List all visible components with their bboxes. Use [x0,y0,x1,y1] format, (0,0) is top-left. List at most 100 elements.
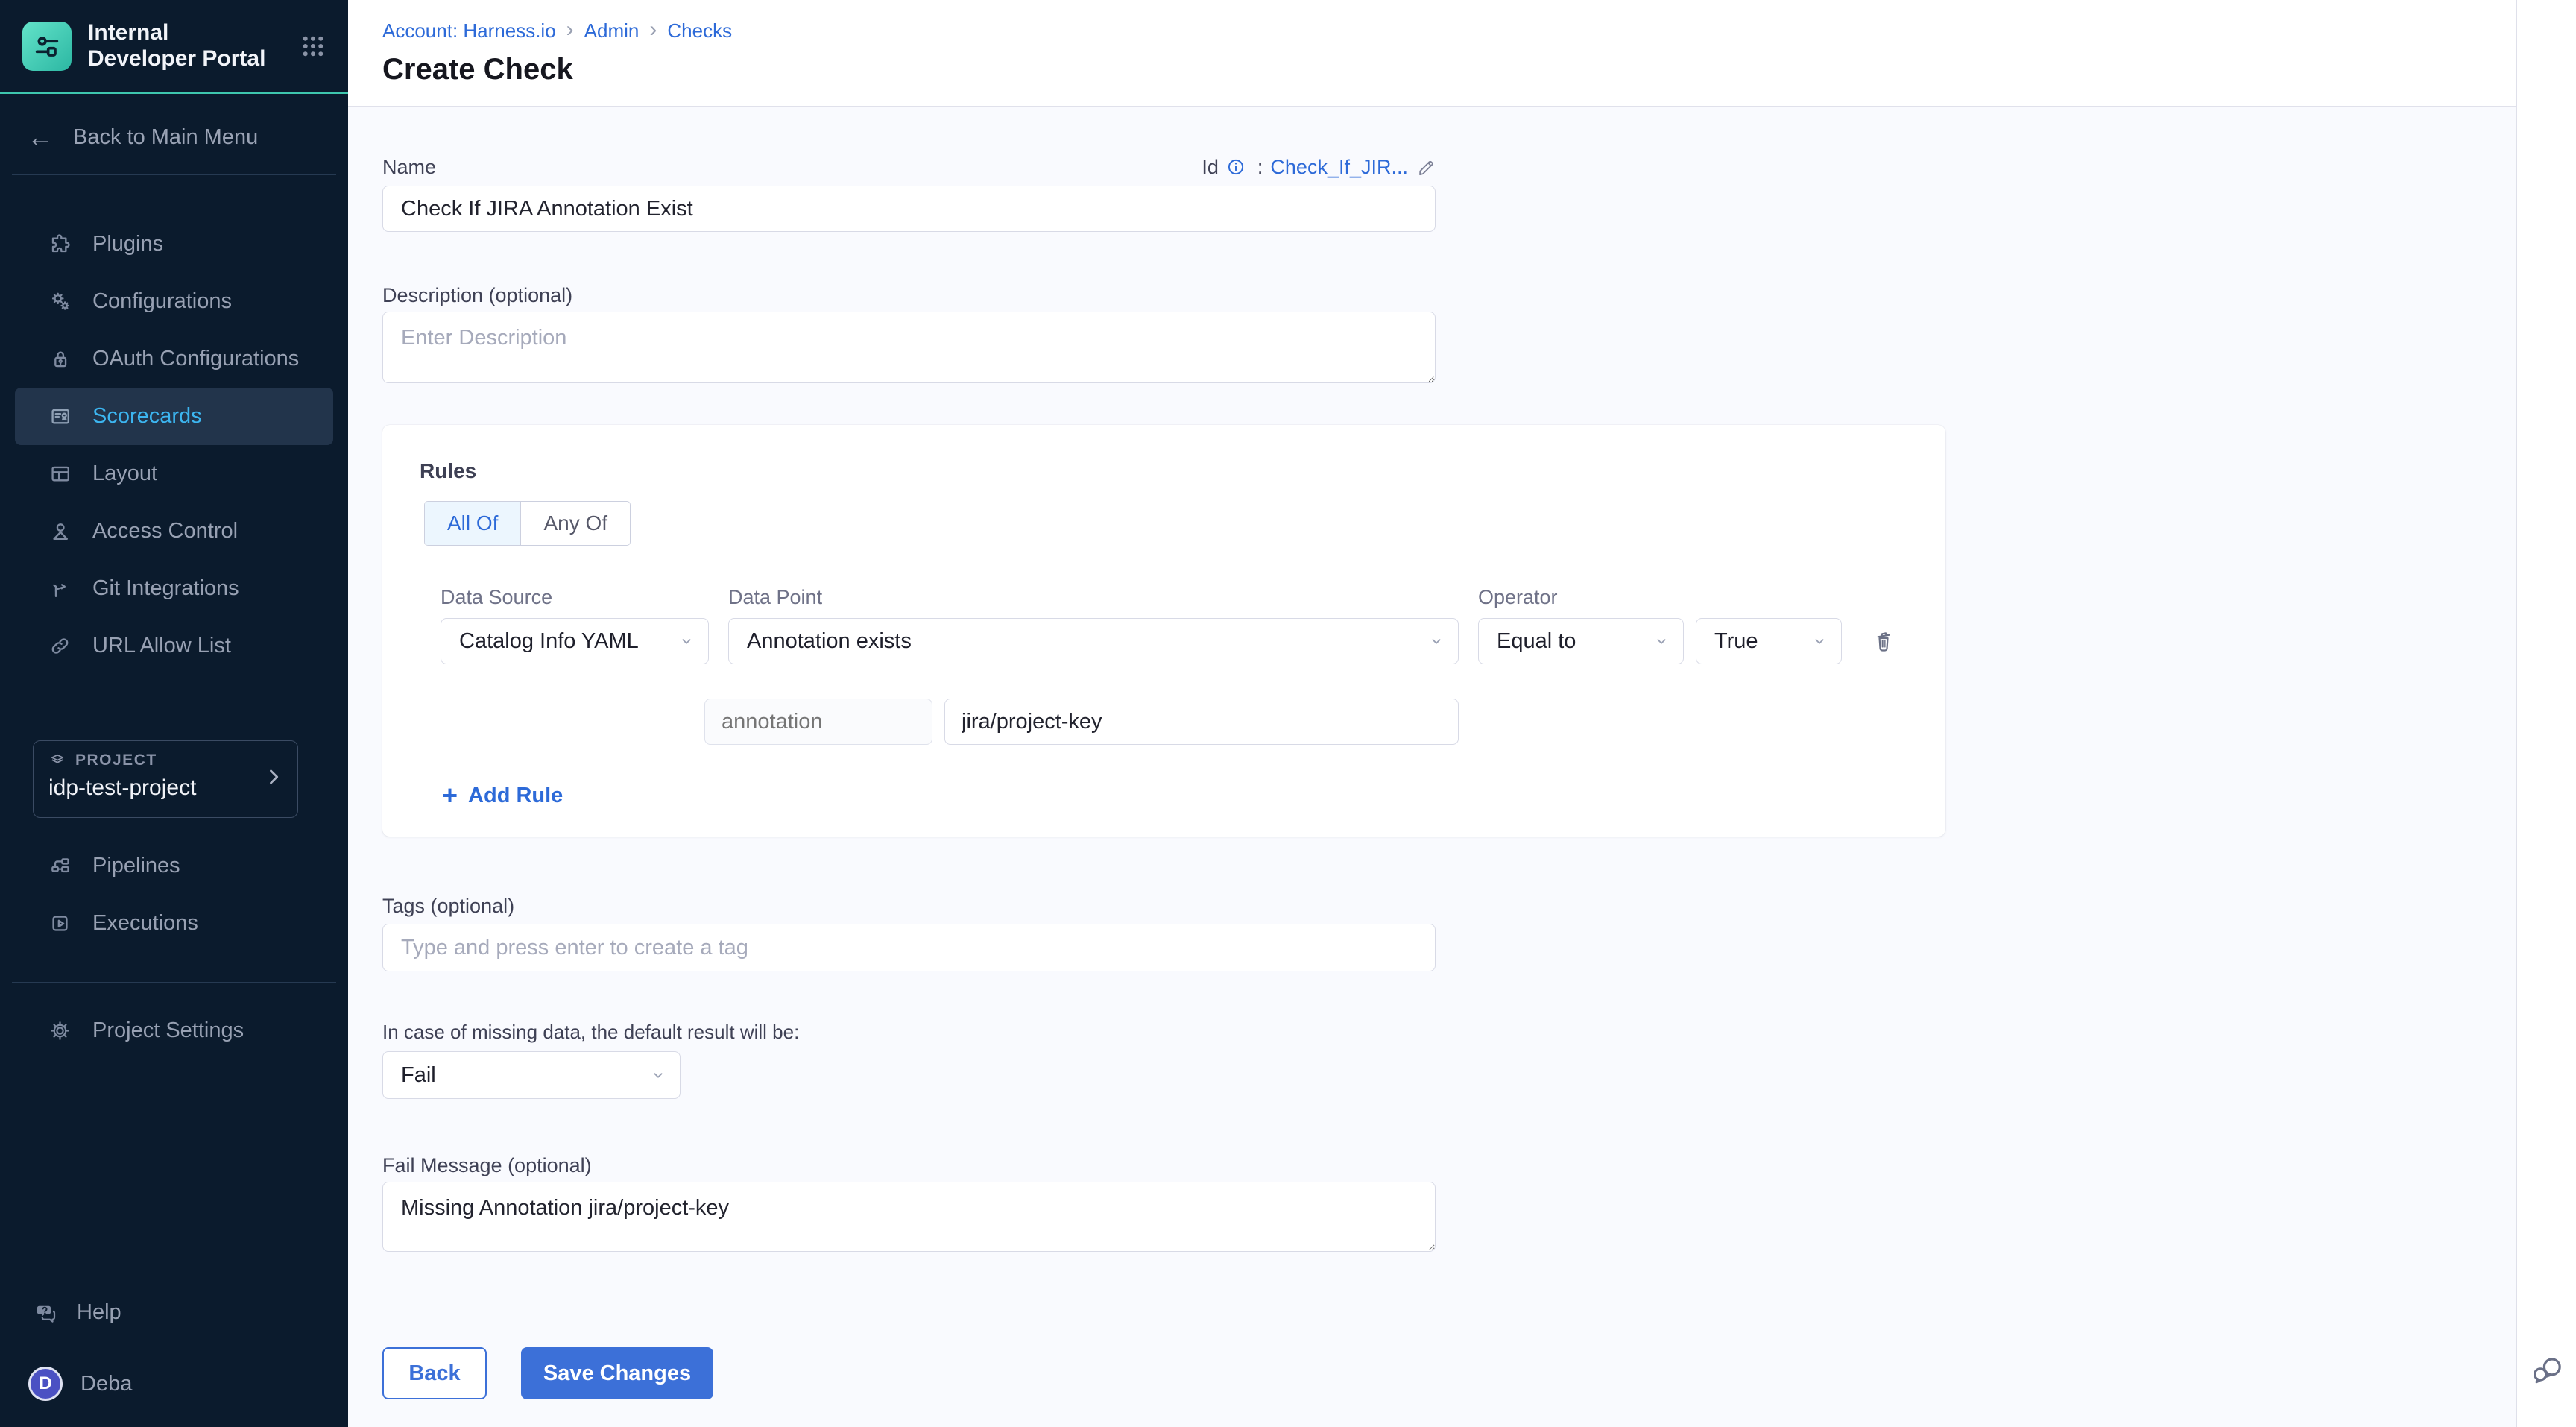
sidebar-item-label: Access Control [92,519,238,544]
main-area: Account: Harness.io › Admin › Checks Cre… [348,0,2576,1427]
edit-pencil-icon[interactable] [1415,157,1436,177]
operator-value-select[interactable]: True [1696,618,1842,664]
breadcrumb: Account: Harness.io › Admin › Checks [382,19,2517,42]
gears-icon [48,289,72,314]
toggle-any-of[interactable]: Any Of [520,502,630,545]
chevron-down-icon [1811,633,1828,649]
sidebar-item-label: Executions [92,911,198,936]
scorecard-icon [48,404,72,429]
sidebar-bottom: Help D Deba [0,1291,348,1427]
layers-icon [48,752,66,769]
back-to-main-menu-label: Back to Main Menu [73,125,258,150]
sidebar-divider [12,982,336,983]
default-result-select[interactable]: Fail [382,1051,681,1099]
chevron-down-icon [650,1067,666,1083]
gear-icon [48,1018,72,1043]
sidebar-item-label: Scorecards [92,404,202,429]
default-result-value: Fail [401,1063,436,1088]
operator-value-value: True [1714,629,1758,654]
user-menu[interactable]: D Deba [0,1363,348,1405]
app-title: Internal Developer Portal [88,20,282,72]
chevron-right-icon: › [566,19,574,41]
fail-message-input[interactable]: Missing Annotation jira/project-key [382,1182,1436,1252]
app-logo [22,22,72,71]
operator-select[interactable]: Equal to [1478,618,1684,664]
description-label: Description (optional) [382,284,1436,307]
sidebar-item-label: Plugins [92,232,163,256]
sidebar-item-pipelines[interactable]: Pipelines [15,837,333,895]
help-label: Help [77,1300,121,1325]
data-point-value: Annotation exists [747,629,912,654]
sidebar-item-url-allow-list[interactable]: URL Allow List [15,617,333,675]
save-changes-button[interactable]: Save Changes [521,1347,713,1399]
id-label: Id [1202,156,1219,179]
delete-rule-trash-icon[interactable] [1869,627,1897,655]
chevron-down-icon [678,633,695,649]
form-content: Name Id : Check_If_JIR... [348,107,2517,1427]
add-rule-button[interactable]: + Add Rule [442,782,563,809]
sidebar-item-project-settings[interactable]: Project Settings [15,1002,333,1059]
sidebar-settings-nav: Project Settings [0,1002,348,1059]
app-switcher-grid-icon[interactable] [299,32,327,60]
layout-icon [48,462,72,486]
id-separator: : [1257,156,1263,179]
sidebar-item-layout[interactable]: Layout [15,445,333,503]
lock-icon [48,347,72,371]
missing-data-label: In case of missing data, the default res… [382,1021,1436,1044]
project-label: PROJECT [75,752,157,769]
git-branch-icon [48,576,72,601]
data-point-select[interactable]: Annotation exists [728,618,1459,664]
puzzle-icon [48,232,72,256]
annotation-value-input[interactable] [944,699,1459,745]
entity-id-row: Id : Check_If_JIR... [1202,156,1436,179]
description-input[interactable] [382,312,1436,383]
sidebar-item-label: Git Integrations [92,576,239,601]
breadcrumb-account[interactable]: Account: Harness.io [382,19,556,42]
id-value[interactable]: Check_If_JIR... [1270,156,1408,179]
sidebar-item-git-integrations[interactable]: Git Integrations [15,560,333,617]
add-rule-label: Add Rule [468,784,563,808]
sidebar-item-label: URL Allow List [92,634,231,658]
annotation-key-input[interactable] [704,699,932,745]
operator-value: Equal to [1497,629,1576,654]
chevron-down-icon [1428,633,1445,649]
right-panel-divider [2516,0,2517,1427]
tags-label: Tags (optional) [382,895,1436,918]
help-chat-icon [33,1300,57,1325]
toggle-all-of[interactable]: All Of [425,502,520,545]
breadcrumb-checks[interactable]: Checks [667,19,732,42]
project-selector[interactable]: PROJECT idp-test-project [33,740,298,818]
sidebar-item-label: OAuth Configurations [92,347,299,371]
sidebar-item-scorecards[interactable]: Scorecards [15,388,333,445]
sidebar-item-plugins[interactable]: Plugins [15,215,333,273]
tags-input[interactable] [382,924,1436,971]
person-icon [48,519,72,544]
operator-label: Operator [1478,586,1908,609]
sidebar-item-configurations[interactable]: Configurations [15,273,333,330]
app-header[interactable]: Internal Developer Portal [0,0,348,92]
chat-support-icon[interactable] [2528,1351,2566,1388]
rules-card: Rules All Of Any Of Data Source Data Poi… [382,425,1945,837]
sidebar-item-oauth-configurations[interactable]: OAuth Configurations [15,330,333,388]
sidebar-item-label: Project Settings [92,1018,244,1043]
data-source-select[interactable]: Catalog Info YAML [441,618,709,664]
sidebar-item-access-control[interactable]: Access Control [15,503,333,560]
help-button[interactable]: Help [0,1291,348,1333]
rules-label: Rules [420,459,1908,483]
name-input[interactable] [382,186,1436,232]
sidebar-item-label: Pipelines [92,854,180,878]
name-label: Name [382,156,436,179]
pipelines-icon [48,854,72,878]
back-to-main-menu[interactable]: ← Back to Main Menu [0,116,348,158]
back-button[interactable]: Back [382,1347,487,1399]
rules-condition-toggle: All Of Any Of [424,501,631,546]
breadcrumb-admin[interactable]: Admin [584,19,640,42]
data-source-label: Data Source [441,586,709,609]
chevron-right-icon: › [649,19,657,41]
form-actions: Back Save Changes [382,1347,1436,1399]
chevron-down-icon [1653,633,1670,649]
info-icon[interactable] [1226,157,1246,177]
sliders-logo-icon [32,31,62,61]
sidebar-item-executions[interactable]: Executions [15,895,333,952]
sidebar-divider [12,174,336,175]
